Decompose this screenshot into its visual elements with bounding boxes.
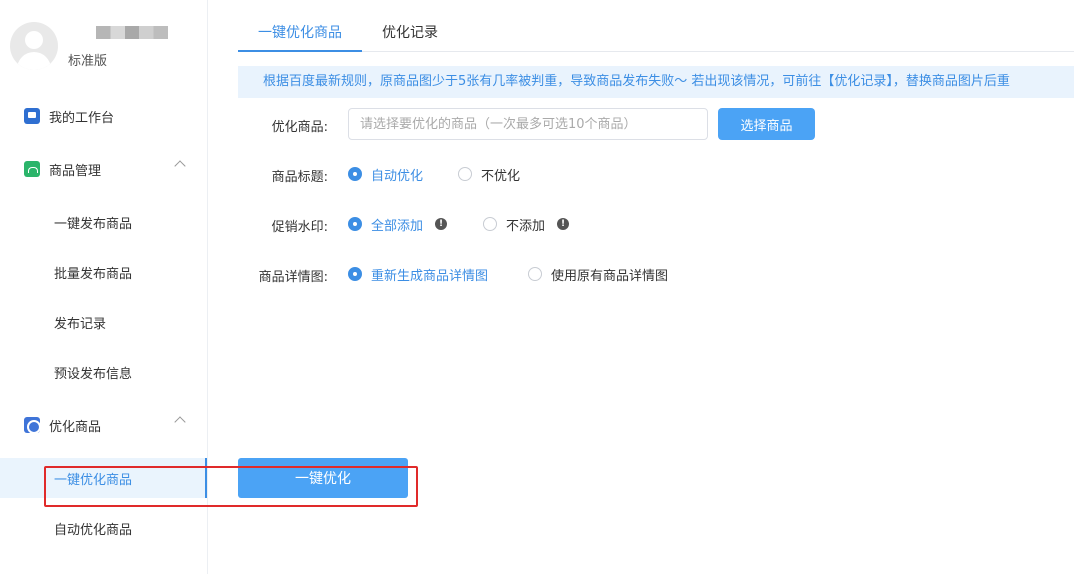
sidebar-subitem-label: 发布记录 — [54, 316, 107, 332]
form-row-product: 优化商品: 选择商品 — [208, 108, 1074, 140]
radio-dot — [458, 167, 472, 181]
main-content: 一键优化商品 优化记录 根据百度最新规则，原商品图少于5张有几率被判重，导致商品… — [208, 0, 1074, 574]
product-label: 优化商品: — [271, 120, 328, 135]
sidebar-item-workbench[interactable]: 我的工作台 — [0, 96, 207, 136]
radio-dot — [483, 217, 497, 231]
info-icon[interactable]: ! — [557, 218, 570, 230]
product-input[interactable] — [348, 108, 708, 140]
sidebar-subitem-label: 自动优化商品 — [54, 522, 133, 538]
sidebar-subitem-label: 一键发布商品 — [54, 216, 133, 232]
sidebar-item-product-management[interactable]: 商品管理 — [0, 149, 207, 189]
detail-label: 商品详情图: — [258, 270, 328, 285]
username-redacted — [96, 26, 168, 39]
sidebar-item-optimize-products[interactable]: 优化商品 — [0, 405, 207, 445]
optimize-icon — [24, 417, 41, 434]
radio-detail-regenerate[interactable]: 重新生成商品详情图 — [348, 266, 489, 284]
sidebar-subitem-preset-info[interactable]: 预设发布信息 — [0, 352, 207, 392]
radio-detail-original[interactable]: 使用原有商品详情图 — [528, 266, 669, 284]
sidebar-subitem-publish-records[interactable]: 发布记录 — [0, 302, 207, 342]
radio-label: 自动优化 — [371, 168, 424, 184]
desk-icon — [24, 108, 40, 124]
shop-icon — [24, 161, 40, 177]
sidebar-subitem-label: 预设发布信息 — [54, 366, 133, 382]
radio-watermark-none[interactable]: 不添加 ! — [483, 216, 570, 234]
title-label: 商品标题: — [271, 170, 328, 185]
tab-one-click-optimize[interactable]: 一键优化商品 — [238, 22, 362, 52]
chevron-up-icon — [174, 416, 186, 428]
radio-label: 不优化 — [481, 168, 521, 184]
radio-dot — [528, 267, 542, 281]
notice-banner: 根据百度最新规则，原商品图少于5张有几率被判重，导致商品发布失败～ 若出现该情况… — [238, 66, 1074, 98]
edition-label: 标准版 — [68, 54, 108, 69]
tab-bar: 一键优化商品 优化记录 — [238, 0, 1074, 52]
radio-dot — [348, 267, 362, 281]
radio-label: 不添加 — [506, 218, 546, 234]
sidebar-subitem-label: 批量发布商品 — [54, 266, 133, 282]
select-product-button[interactable]: 选择商品 — [718, 108, 815, 140]
profile: 标准版 — [10, 18, 200, 74]
chevron-up-icon — [174, 160, 186, 172]
sidebar: 标准版 我的工作台 商品管理 一键发布商品 批量发布商品 发布记录 预设发布信息… — [0, 0, 208, 574]
radio-title-auto[interactable]: 自动优化 — [348, 166, 424, 184]
sidebar-item-label: 商品管理 — [49, 163, 102, 179]
avatar[interactable] — [10, 22, 58, 70]
sidebar-item-label: 优化商品 — [49, 419, 102, 435]
form-row-detail: 商品详情图: 重新生成商品详情图 使用原有商品详情图 — [208, 258, 1074, 290]
one-click-optimize-button[interactable]: 一键优化 — [238, 458, 408, 498]
sidebar-subitem-publish-one[interactable]: 一键发布商品 — [0, 202, 207, 242]
radio-label: 重新生成商品详情图 — [371, 268, 489, 284]
radio-label: 全部添加 — [371, 218, 424, 234]
radio-watermark-all[interactable]: 全部添加 ! — [348, 216, 448, 234]
sidebar-item-label: 我的工作台 — [49, 110, 115, 126]
sidebar-subitem-label: 一键优化商品 — [54, 472, 133, 488]
watermark-label: 促销水印: — [271, 220, 328, 235]
radio-dot — [348, 217, 362, 231]
tab-optimize-records[interactable]: 优化记录 — [382, 22, 438, 52]
form-row-watermark: 促销水印: 全部添加 ! 不添加 ! — [208, 208, 1074, 240]
info-icon[interactable]: ! — [435, 218, 448, 230]
radio-label: 使用原有商品详情图 — [551, 268, 669, 284]
sidebar-subitem-one-click-optimize[interactable]: 一键优化商品 — [0, 458, 207, 498]
sidebar-subitem-batch-publish[interactable]: 批量发布商品 — [0, 252, 207, 292]
form-row-title: 商品标题: 自动优化 不优化 — [208, 158, 1074, 190]
radio-title-none[interactable]: 不优化 — [458, 166, 521, 184]
sidebar-subitem-auto-optimize[interactable]: 自动优化商品 — [0, 508, 207, 548]
radio-dot — [348, 167, 362, 181]
